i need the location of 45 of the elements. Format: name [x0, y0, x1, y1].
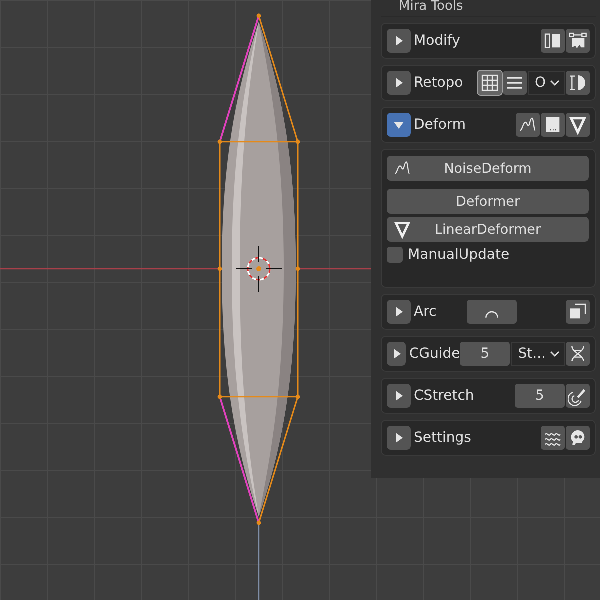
expand-toggle[interactable]	[387, 342, 406, 366]
3d-cursor-icon	[236, 246, 282, 292]
helix-icon[interactable]	[566, 342, 590, 366]
caret-right-icon	[393, 77, 405, 89]
chevron-down-icon	[550, 79, 560, 87]
grid-icon[interactable]	[478, 71, 502, 95]
caret-right-icon	[393, 306, 405, 318]
tool-button[interactable]: Deformer	[387, 189, 589, 214]
split-panel-icon[interactable]	[541, 29, 565, 53]
expand-toggle[interactable]	[387, 426, 411, 450]
checkbox-label: ManualUpdate	[408, 247, 510, 263]
dropdown[interactable]: St...	[511, 342, 565, 366]
chevron-down-icon	[550, 350, 560, 358]
tool-button[interactable]: NoiseDeform	[387, 156, 589, 181]
expand-toggle[interactable]	[387, 29, 411, 53]
section-label: Arc	[414, 304, 437, 320]
brush-icon[interactable]	[566, 384, 590, 408]
caret-right-icon	[393, 35, 405, 47]
section-label: Retopo	[414, 75, 464, 91]
wavy-lines-icon[interactable]	[541, 426, 565, 450]
expand-toggle[interactable]	[387, 71, 411, 95]
tool-button[interactable]: LinearDeformer	[387, 217, 589, 242]
node-graph-icon[interactable]	[566, 29, 590, 53]
number-field[interactable]: 5	[460, 342, 510, 366]
caret-right-icon	[393, 432, 405, 444]
section-label: CGuide	[409, 346, 460, 362]
caret-right-icon	[393, 390, 405, 402]
peak-curve-icon[interactable]	[516, 113, 540, 137]
expand-toggle[interactable]	[387, 113, 411, 137]
stacked-squares-icon[interactable]	[566, 300, 590, 324]
number-field[interactable]: 5	[515, 384, 565, 408]
expand-toggle[interactable]	[387, 384, 411, 408]
section-label: Deform	[414, 117, 466, 133]
checkbox[interactable]	[387, 247, 403, 263]
panel-title: Mira Tools	[381, 0, 596, 17]
down-triangle-icon	[393, 220, 412, 239]
menu-icon[interactable]	[502, 71, 527, 95]
dropdown[interactable]: O	[528, 71, 565, 95]
arc-icon[interactable]	[466, 300, 517, 324]
section-label: Modify	[414, 33, 460, 49]
expand-toggle[interactable]	[387, 300, 411, 324]
caret-down-icon	[393, 119, 405, 131]
panel-box-icon[interactable]	[541, 113, 565, 137]
section-label: Settings	[414, 430, 472, 446]
section-label: CStretch	[414, 388, 474, 404]
